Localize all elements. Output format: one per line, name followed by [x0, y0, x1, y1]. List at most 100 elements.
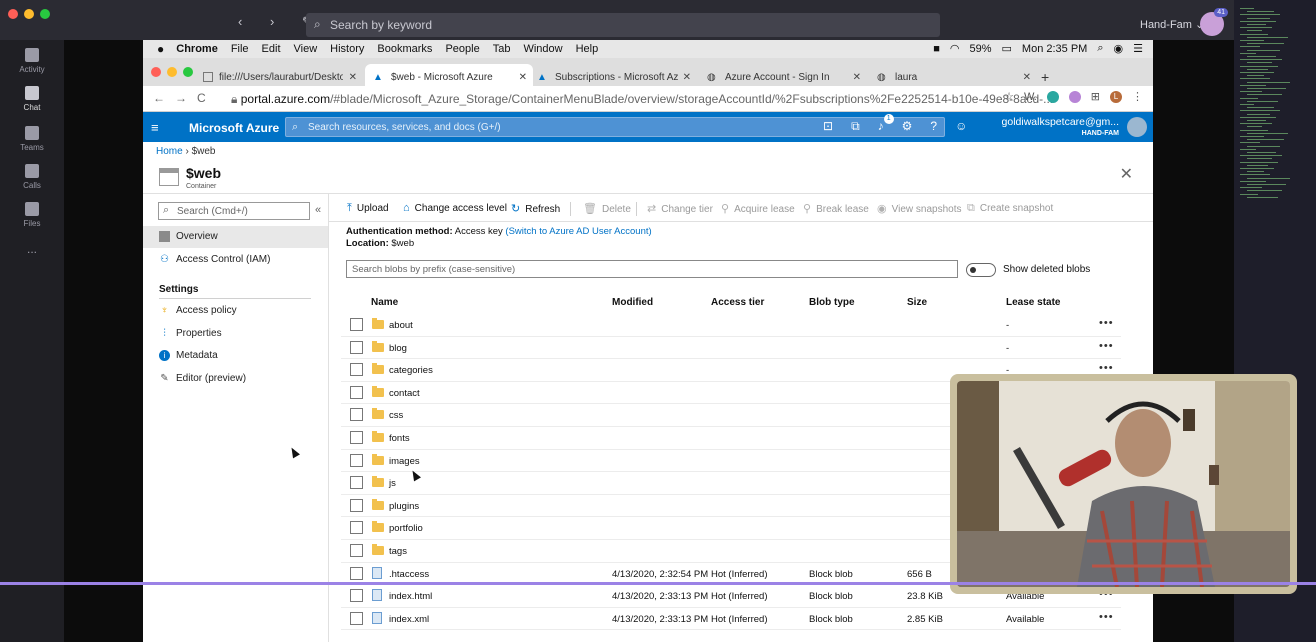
blob-name[interactable]: blog [389, 343, 407, 354]
blob-name[interactable]: js [389, 478, 396, 489]
bookmark-star-icon[interactable]: ☆ [1004, 90, 1014, 103]
table-row[interactable]: index.xml 4/13/2020, 2:33:13 PM Hot (Infer… [341, 608, 1121, 631]
menu-file[interactable]: File [231, 43, 249, 55]
extension-icon[interactable] [1068, 90, 1081, 103]
avatar[interactable]: 41 [1200, 8, 1228, 36]
column-header-lease-state[interactable]: Lease state [1006, 297, 1060, 308]
more-vert-icon[interactable]: ⋮ [1132, 90, 1143, 103]
battery-icon[interactable]: ▭ [1002, 42, 1012, 55]
row-checkbox[interactable] [350, 566, 363, 580]
menu-window[interactable]: Window [523, 43, 562, 55]
blob-name[interactable]: plugins [389, 501, 419, 512]
avatar[interactable] [1127, 117, 1147, 137]
collapse-menu-icon[interactable]: « [315, 204, 321, 216]
profile-avatar[interactable]: L [1110, 90, 1122, 103]
refresh-button[interactable]: ↻ Refresh [511, 202, 560, 215]
rail-item-teams[interactable]: Teams [0, 126, 64, 152]
blob-name[interactable]: about [389, 320, 413, 331]
extension-icon[interactable]: W. [1024, 91, 1037, 103]
row-checkbox[interactable] [350, 521, 363, 535]
blob-search-input[interactable]: Search blobs by prefix (case-sensitive) [346, 260, 958, 278]
rail-item-more[interactable]: ... [0, 242, 64, 256]
column-header-name[interactable]: Name [371, 297, 398, 308]
row-checkbox[interactable] [350, 431, 363, 444]
menu-bookmarks[interactable]: Bookmarks [377, 43, 432, 55]
help-icon[interactable]: ? [930, 119, 937, 134]
close-tab-icon[interactable]: ✕ [519, 72, 533, 83]
extension-icon[interactable]: ⊞ [1091, 90, 1100, 103]
minimize-window-icon[interactable] [167, 67, 177, 77]
settings-gear-icon[interactable]: ⚙ [902, 119, 913, 134]
menu-item-overview[interactable]: Overview [143, 226, 328, 248]
view-snapshots-button[interactable]: ◉ View snapshots [877, 202, 961, 215]
browser-window-controls[interactable] [151, 67, 193, 77]
close-icon[interactable]: ✕ [1120, 164, 1133, 184]
row-checkbox[interactable] [350, 385, 363, 399]
menu-tab[interactable]: Tab [493, 43, 511, 55]
close-tab-icon[interactable]: ✕ [1023, 72, 1037, 83]
table-row[interactable]: blog - ••• [341, 337, 1121, 360]
notification-center-icon[interactable]: ☰ [1133, 42, 1143, 55]
blob-name[interactable]: css [389, 410, 403, 421]
row-checkbox[interactable] [350, 476, 363, 490]
column-header-access-tier[interactable]: Access tier [711, 297, 764, 308]
more-options-icon[interactable]: ••• [1099, 362, 1114, 374]
spotlight-icon[interactable]: ⌕ [1097, 42, 1103, 55]
teams-org-switcher[interactable]: Hand-Fam ⌄ [1140, 18, 1204, 31]
more-options-icon[interactable]: ••• [1099, 340, 1114, 352]
close-tab-icon[interactable]: ✕ [853, 72, 867, 83]
break-lease-button[interactable]: ⚲ Break lease [803, 202, 869, 215]
create-snapshot-button[interactable]: ⧉ Create snapshot [967, 202, 1053, 215]
menu-edit[interactable]: Edit [262, 43, 281, 55]
row-checkbox[interactable] [350, 544, 363, 557]
rail-item-files[interactable]: Files [0, 202, 64, 228]
upload-button[interactable]: ⤒ Upload [347, 202, 389, 215]
screen-record-icon[interactable]: ■ [933, 43, 940, 55]
clock[interactable]: Mon 2:35 PM [1022, 43, 1087, 55]
notifications-icon[interactable]: ♪ 1 [878, 114, 894, 134]
blob-name[interactable]: contact [389, 388, 420, 399]
menu-search-input[interactable]: ⌕ Search (Cmd+/) [158, 202, 310, 220]
row-checkbox[interactable] [350, 408, 363, 422]
blob-name[interactable]: index.html [389, 591, 432, 602]
tab-azure-account[interactable]: ◍ Azure Account - Sign In ✕ [707, 64, 867, 86]
wifi-icon[interactable]: ◠ [950, 42, 960, 55]
close-window-icon[interactable] [8, 9, 18, 19]
tab-web-container[interactable]: ▲ $web - Microsoft Azure ✕ [365, 64, 533, 86]
menu-item-editor[interactable]: ✎ Editor (preview) [143, 368, 328, 390]
row-checkbox[interactable] [350, 453, 363, 467]
menu-item-access-policy[interactable]: ♆ Access policy [143, 300, 328, 322]
teams-search-input[interactable]: ⌕ Search by keyword [306, 13, 940, 37]
tab-local-file[interactable]: file:///Users/lauraburt/Desktop ✕ [203, 64, 363, 86]
menu-item-metadata[interactable]: i Metadata [143, 345, 328, 367]
row-checkbox[interactable] [350, 611, 363, 625]
close-window-icon[interactable] [151, 67, 161, 77]
show-deleted-toggle[interactable] [966, 263, 996, 277]
menu-view[interactable]: View [294, 43, 318, 55]
breadcrumb-home[interactable]: Home [156, 146, 183, 157]
azure-brand[interactable]: Microsoft Azure [189, 121, 279, 135]
menu-people[interactable]: People [445, 43, 479, 55]
directory-filter-icon[interactable]: ⧉ [851, 119, 860, 134]
column-header-modified[interactable]: Modified [612, 297, 653, 308]
tab-laura[interactable]: ◍ laura ✕ [877, 64, 1037, 86]
column-header-size[interactable]: Size [907, 297, 927, 308]
row-checkbox[interactable] [350, 318, 363, 331]
close-tab-icon[interactable]: ✕ [349, 72, 363, 83]
feedback-smiley-icon[interactable]: ☺ [955, 119, 967, 134]
blob-name[interactable]: fonts [389, 433, 410, 444]
row-checkbox[interactable] [350, 498, 363, 512]
switch-auth-link[interactable]: (Switch to Azure AD User Account) [505, 226, 651, 237]
rail-item-calls[interactable]: Calls [0, 164, 64, 190]
tab-subscriptions[interactable]: ▲ Subscriptions - Microsoft Azur ✕ [537, 64, 697, 86]
cloud-shell-icon[interactable]: ⊡ [823, 119, 833, 134]
table-row[interactable]: about - ••• [341, 314, 1121, 337]
new-tab-button[interactable]: + [1041, 64, 1065, 86]
change-access-level-button[interactable]: ⌂ Change access level [403, 202, 507, 214]
acquire-lease-button[interactable]: ⚲ Acquire lease [721, 202, 795, 215]
rail-item-activity[interactable]: Activity [0, 48, 64, 74]
row-checkbox[interactable] [350, 589, 363, 603]
extension-icon[interactable] [1046, 90, 1059, 103]
blob-name[interactable]: categories [389, 365, 433, 376]
window-controls[interactable] [8, 9, 50, 19]
